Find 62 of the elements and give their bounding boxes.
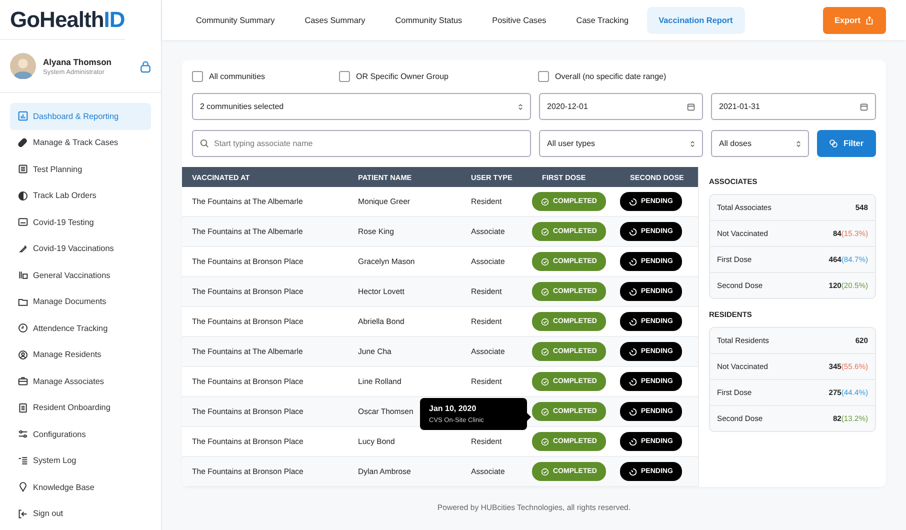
bulb-icon: [18, 482, 28, 492]
share-icon: [865, 16, 874, 24]
calendar-icon: [860, 102, 868, 110]
tab[interactable]: Community Status: [383, 6, 474, 34]
sidebar-item[interactable]: General Vaccinations: [10, 262, 151, 288]
screen-icon: [18, 217, 28, 228]
sidebar-item[interactable]: Resident Onboarding: [10, 394, 151, 421]
search-icon: [200, 139, 209, 148]
sidebar-item[interactable]: System Log: [10, 448, 151, 474]
checkbox-label: Overall (no specific date range): [555, 72, 666, 80]
logo: GoHealthID: [0, 0, 125, 40]
user-circle-icon: [18, 350, 28, 360]
briefcase-icon: [18, 376, 28, 386]
log-icon: [18, 456, 28, 466]
sidebar-item[interactable]: Track Lab Orders: [10, 182, 151, 209]
folder-icon: [18, 296, 28, 307]
sidebar-item[interactable]: Attendence Tracking: [10, 315, 151, 342]
pill-icon: [18, 138, 28, 148]
sidebar-item[interactable]: Dashboard & Reporting: [10, 103, 151, 130]
sliders-icon: [18, 429, 28, 440]
checkbox-label: OR Specific Owner Group: [356, 72, 448, 80]
sidebar-item[interactable]: Knowledge Base: [10, 474, 151, 500]
checkbox-label: All communities: [209, 72, 266, 80]
sidebar-item[interactable]: Configurations: [10, 421, 151, 448]
sidebar-item[interactable]: Covid-19 Testing: [10, 209, 151, 236]
checkbox[interactable]: [538, 70, 549, 82]
sidebar-item[interactable]: Manage Associates: [10, 368, 151, 394]
sort-arrows-icon: [690, 140, 695, 148]
checkbox[interactable]: [192, 70, 203, 82]
sidebar-item[interactable]: Sign out: [10, 500, 151, 527]
avatar: [10, 53, 36, 79]
user-type-select[interactable]: All user types: [539, 130, 703, 157]
tab[interactable]: Positive Cases: [480, 6, 558, 34]
filter-button[interactable]: Filter: [817, 130, 876, 157]
calendar-icon: [687, 102, 695, 110]
communities-select[interactable]: 2 communities selected: [192, 93, 531, 120]
tab[interactable]: Case Tracking: [564, 6, 641, 34]
sign-out-icon: [18, 508, 28, 519]
date-field[interactable]: 2021-01-31: [711, 93, 876, 120]
lock-icon[interactable]: [140, 60, 151, 72]
sidebar-item[interactable]: Manage Documents: [10, 288, 151, 315]
sort-arrows-icon: [796, 140, 801, 148]
chart-icon: [18, 111, 28, 122]
search-field[interactable]: Start typing associate name: [192, 130, 531, 157]
checkbox[interactable]: [339, 70, 350, 82]
clock-icon: [18, 323, 28, 334]
sidebar-item[interactable]: Covid-19 Vaccinations: [10, 236, 151, 262]
user-name: Alyana Thomson: [43, 56, 112, 66]
sort-arrows-icon: [518, 102, 523, 110]
sidebar-item[interactable]: Manage Residents: [10, 342, 151, 368]
sidebar-item[interactable]: Manage & Track Cases: [10, 130, 151, 156]
half-circle-icon: [18, 190, 28, 201]
sidebar-item[interactable]: Test Planning: [10, 156, 151, 182]
tab[interactable]: Community Summary: [184, 6, 287, 34]
tooltip-date: Jan 10, 2020: [429, 404, 478, 413]
date-field[interactable]: 2020-12-01: [539, 93, 703, 120]
tab[interactable]: Vaccination Report: [646, 6, 745, 34]
doses-select[interactable]: All doses: [711, 130, 809, 157]
tab[interactable]: Cases Summary: [292, 6, 378, 34]
document-icon: [18, 402, 28, 413]
filter-icon: [829, 139, 838, 148]
list-icon: [18, 164, 28, 174]
